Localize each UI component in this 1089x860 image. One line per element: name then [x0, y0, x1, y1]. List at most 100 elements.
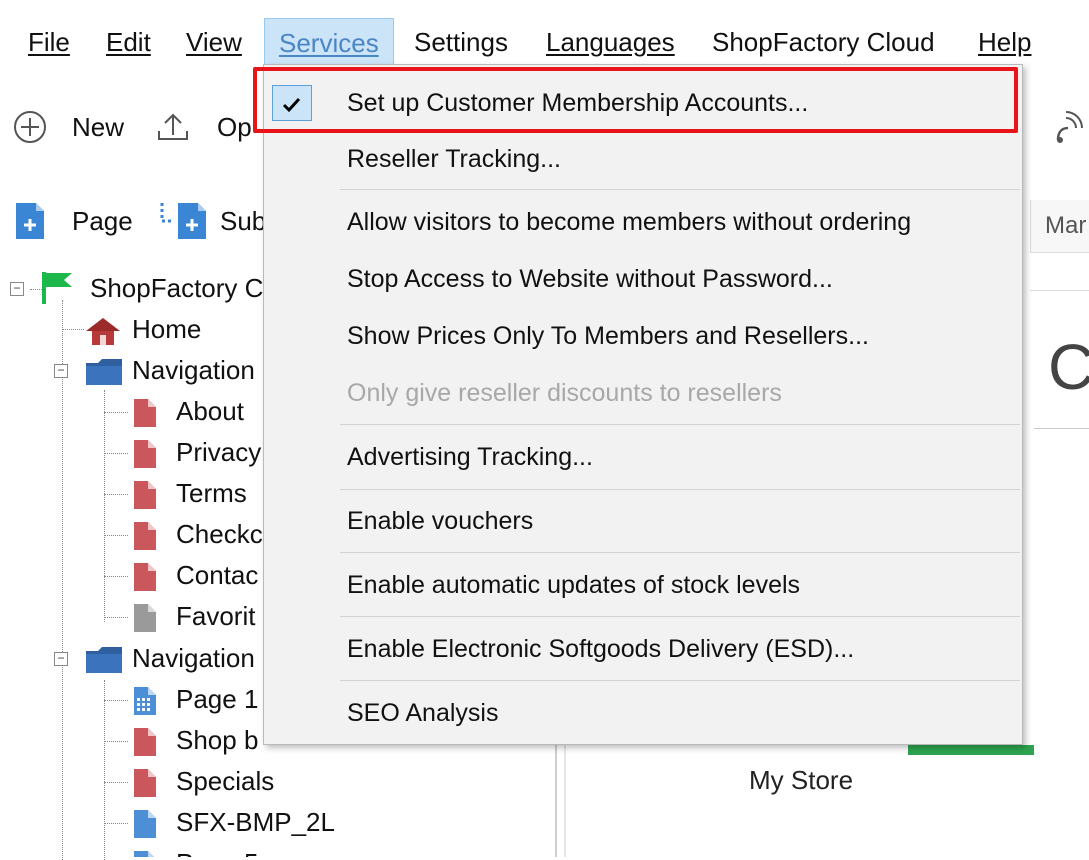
tree-label: Page 1 — [176, 684, 259, 714]
tree-item-page[interactable]: Shop b — [132, 720, 262, 760]
page-icon — [134, 481, 156, 509]
tree-guide — [104, 680, 105, 860]
tree-label: Privacy — [176, 437, 262, 467]
menu-separator — [340, 552, 1020, 553]
menu-item-enable-vouchers[interactable]: Enable vouchers — [264, 493, 1022, 549]
page-icon — [134, 440, 156, 468]
menu-item-label: Reseller Tracking... — [347, 145, 561, 173]
right-tab-label: Mar — [1045, 212, 1087, 239]
tree-collapse-toggle[interactable]: − — [54, 652, 68, 666]
page-blue-icon — [134, 810, 156, 838]
tree-label: Navigation — [132, 643, 255, 673]
tree-guide — [104, 782, 128, 783]
tree-guide — [104, 617, 128, 618]
tree-label: Favorit — [176, 601, 256, 631]
home-icon — [86, 318, 120, 345]
menu-item-show-prices[interactable]: Show Prices Only To Members and Reseller… — [264, 308, 1022, 364]
page-icon — [134, 563, 156, 591]
tree-item-navigation[interactable]: Navigation — [84, 638, 262, 678]
tree-item-page[interactable]: Terms — [132, 473, 262, 513]
tree-item-page[interactable]: About — [132, 391, 262, 431]
menu-settings[interactable]: Settings — [400, 18, 522, 66]
menu-item-label: Stop Access to Website without Password.… — [347, 265, 833, 293]
menu-item-esd[interactable]: Enable Electronic Softgoods Delivery (ES… — [264, 621, 1022, 677]
tree-guide — [104, 535, 128, 536]
right-tab[interactable]: Mar — [1030, 200, 1089, 253]
menu-languages[interactable]: Languages — [532, 18, 689, 66]
tree-label: Page 5 — [176, 843, 258, 857]
menu-help[interactable]: Help — [964, 18, 1045, 66]
tree-label: Terms — [176, 478, 247, 508]
tree-collapse-toggle[interactable]: − — [10, 282, 24, 296]
tree-item-page[interactable]: Favorit — [132, 596, 262, 636]
tree-item-home[interactable]: Home — [84, 309, 262, 349]
folder-icon — [86, 359, 122, 385]
menu-item-label: Enable automatic updates of stock levels — [347, 571, 801, 599]
menu-cloud-label: ShopFactory Cloud — [712, 27, 935, 57]
menu-view[interactable]: View — [172, 18, 256, 66]
menu-separator — [340, 189, 1020, 190]
tree-label: Shop b — [176, 725, 259, 755]
menu-file[interactable]: File — [14, 18, 84, 66]
menu-item-label: Show Prices Only To Members and Reseller… — [347, 322, 869, 350]
menu-item-stop-access[interactable]: Stop Access to Website without Password.… — [264, 251, 1022, 307]
page-blue-icon — [134, 851, 154, 857]
menu-item-allow-visitors[interactable]: Allow visitors to become members without… — [264, 194, 1022, 250]
add-subpage-icon — [160, 203, 206, 239]
green-flag-icon — [42, 272, 72, 304]
menu-item-label: Only give reseller discounts to reseller… — [347, 379, 782, 407]
menu-item-seo-analysis[interactable]: SEO Analysis — [264, 685, 1022, 741]
tree-item-page[interactable]: Page 1 — [132, 679, 262, 719]
open-label: Op — [217, 112, 252, 142]
broadcast-icon[interactable] — [1052, 102, 1089, 146]
new-button[interactable]: New — [12, 96, 132, 158]
menu-item-advertising-tracking[interactable]: Advertising Tracking... — [264, 429, 1022, 485]
menu-item-reseller-discounts: Only give reseller discounts to reseller… — [264, 365, 1022, 421]
tree-guide — [104, 741, 128, 742]
tree-item-page[interactable]: Contac — [132, 555, 262, 595]
menu-separator — [340, 489, 1020, 490]
green-button-edge[interactable] — [908, 745, 1034, 755]
menu-item-stock-updates[interactable]: Enable automatic updates of stock levels — [264, 557, 1022, 613]
menu-separator — [340, 680, 1020, 681]
tree-item-root[interactable]: ShopFactory C — [36, 268, 263, 308]
add-page-icon — [16, 203, 44, 239]
right-divider — [1030, 290, 1089, 291]
tree-label: About — [176, 396, 244, 426]
services-dropdown: Set up Customer Membership Accounts... R… — [263, 64, 1023, 745]
menu-separator — [340, 616, 1020, 617]
tree-label: Navigation — [132, 355, 255, 385]
tree-item-page[interactable]: Checkc — [132, 514, 263, 554]
tree-label: Specials — [176, 766, 275, 796]
right-divider-2 — [1034, 428, 1089, 429]
splitter[interactable] — [555, 745, 557, 857]
page-hidden-icon — [134, 604, 156, 632]
highlight-annotation — [253, 67, 1018, 133]
menu-view-label: View — [186, 27, 242, 57]
page-icon — [134, 728, 156, 756]
menu-shopfactory-cloud[interactable]: ShopFactory Cloud — [698, 18, 949, 66]
menu-separator — [340, 424, 1020, 425]
open-button[interactable]: Op — [155, 96, 262, 158]
add-subpage-button[interactable]: Sub — [158, 190, 266, 252]
menu-item-label: Enable vouchers — [347, 507, 534, 535]
tree-guide — [104, 700, 128, 701]
menu-edit[interactable]: Edit — [92, 18, 165, 66]
tree-item-page[interactable]: Privacy — [132, 432, 262, 472]
menu-file-label: File — [28, 27, 70, 57]
tree-guide — [104, 390, 105, 622]
page-icon — [134, 769, 156, 797]
page-icon — [134, 522, 156, 550]
menu-item-reseller-tracking[interactable]: Reseller Tracking... — [264, 131, 1022, 187]
tree-item-navigation[interactable]: Navigation — [84, 350, 262, 390]
toolbar-pages: Page Sub — [0, 190, 266, 256]
page-icon — [134, 399, 156, 427]
menu-services[interactable]: Services — [264, 18, 394, 66]
menu-languages-label: Languages — [546, 27, 675, 57]
add-page-button[interactable]: Page — [14, 190, 144, 252]
tree-collapse-toggle[interactable]: − — [54, 364, 68, 378]
site-tree: − ShopFactory C Home − Navigation About … — [0, 262, 335, 860]
tree-guide — [62, 329, 84, 330]
tree-guide — [62, 300, 63, 860]
sub-label: Sub — [220, 206, 267, 236]
